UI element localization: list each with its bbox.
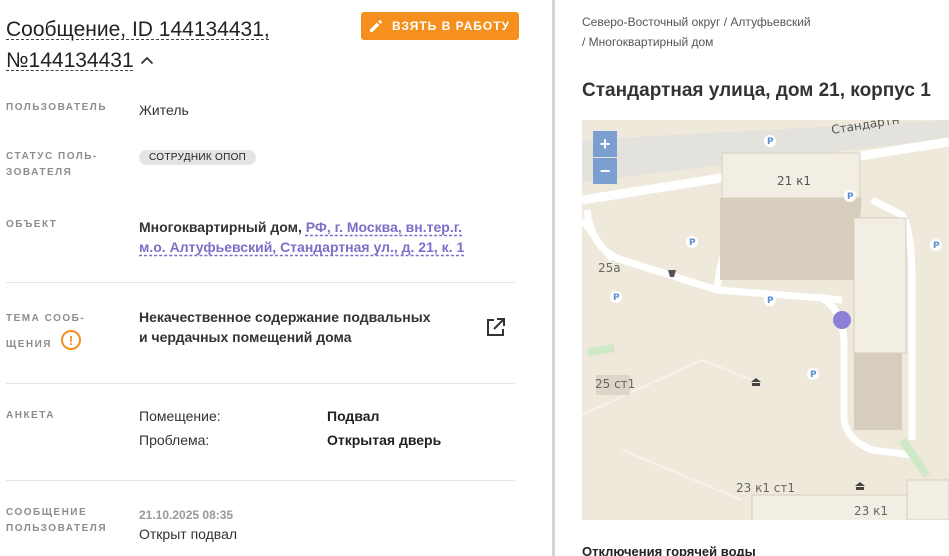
building-label: 25а (598, 261, 621, 275)
warning-icon: ! (61, 330, 81, 350)
title-line1: Сообщение, ID 144134431, (6, 18, 270, 41)
zoom-out-button[interactable]: − (593, 158, 617, 184)
building-label: 23 к1 (854, 504, 888, 518)
svg-text:P: P (689, 238, 696, 248)
map[interactable]: Стандартн 21 к1 25а 25 ст1 23 к1 ст1 23 … (582, 120, 949, 520)
user-message-label: СООБЩЕНИЕ ПОЛЬЗОВАТЕЛЯ (6, 505, 116, 537)
user-status-label: СТАТУС ПОЛЬ- ЗОВАТЕЛЯ (6, 149, 116, 181)
survey-key: Помещение: (139, 408, 221, 424)
status-badge: СОТРУДНИК ОПОП (139, 150, 257, 165)
breadcrumb-line2: / Многоквартирный дом (582, 35, 714, 49)
building-label: 23 к1 ст1 (736, 481, 795, 495)
breadcrumb-line1: Северо-Восточный округ / Алтуфьевский (582, 15, 811, 29)
divider (6, 282, 515, 283)
user-status-label-line1: СТАТУС ПОЛЬ- (6, 151, 98, 162)
survey-key: Проблема: (139, 432, 210, 448)
user-label: ПОЛЬЗОВАТЕЛЬ (6, 102, 108, 113)
survey-label: АНКЕТА (6, 410, 55, 421)
svg-text:P: P (933, 241, 940, 251)
user-value: Житель (139, 102, 189, 118)
svg-text:P: P (847, 192, 854, 202)
svg-text:P: P (810, 370, 817, 380)
survey-value: Подвал (327, 408, 380, 424)
message-date: 21.10.2025 08:35 (139, 508, 234, 522)
building-label: 21 к1 (777, 174, 811, 188)
message-panel: Сообщение, ID 144134431, №144134431 ВЗЯТ… (0, 0, 552, 556)
object-label: ОБЪЕКТ (6, 219, 58, 230)
zoom-controls: + − (593, 131, 617, 184)
survey-value: Открытая дверь (327, 432, 442, 448)
breadcrumb: Северо-Восточный округ / Алтуфьевский / … (582, 12, 811, 52)
zoom-in-button[interactable]: + (593, 131, 617, 157)
theme-label: ТЕМА СООБ- ЩЕНИЯ (6, 306, 116, 358)
map-canvas: Стандартн 21 к1 25а 25 ст1 23 к1 ст1 23 … (582, 120, 949, 520)
page-title: Сообщение, ID 144134431, №144134431 (6, 15, 296, 75)
external-link-icon[interactable] (485, 317, 506, 338)
section-title: Отключения горячей воды (582, 544, 756, 556)
divider (6, 480, 515, 481)
svg-text:P: P (767, 137, 774, 147)
object-value: Многоквартирный дом, РФ, г. Москва, вн.т… (139, 217, 489, 257)
take-to-work-button[interactable]: ВЗЯТЬ В РАБОТУ (361, 12, 519, 40)
message-text: Открыт подвал (139, 526, 238, 542)
pencil-icon (369, 20, 382, 32)
chevron-up-icon[interactable] (140, 44, 154, 73)
theme-value: Некачественное содержание подвальных и ч… (139, 309, 431, 345)
object-marker[interactable] (833, 311, 851, 329)
user-message-label-line2: ПОЛЬЗОВАТЕЛЯ (6, 523, 108, 534)
user-message-label-line1: СООБЩЕНИЕ (6, 507, 88, 518)
object-panel: Северо-Восточный округ / Алтуфьевский / … (555, 0, 949, 556)
svg-text:P: P (613, 293, 620, 303)
object-type: Многоквартирный дом, (139, 219, 306, 235)
theme-label-line2: ЩЕНИЯ (6, 339, 52, 350)
user-status-label-line2: ЗОВАТЕЛЯ (6, 167, 73, 178)
object-address: Стандартная улица, дом 21, корпус 1 (582, 80, 931, 101)
svg-text:P: P (767, 296, 774, 306)
title-line2: №144134431 (6, 49, 134, 72)
take-to-work-label: ВЗЯТЬ В РАБОТУ (391, 19, 510, 33)
building-label: 25 ст1 (595, 377, 635, 391)
divider (6, 383, 515, 384)
theme-label-line1: ТЕМА СООБ- (6, 313, 86, 324)
